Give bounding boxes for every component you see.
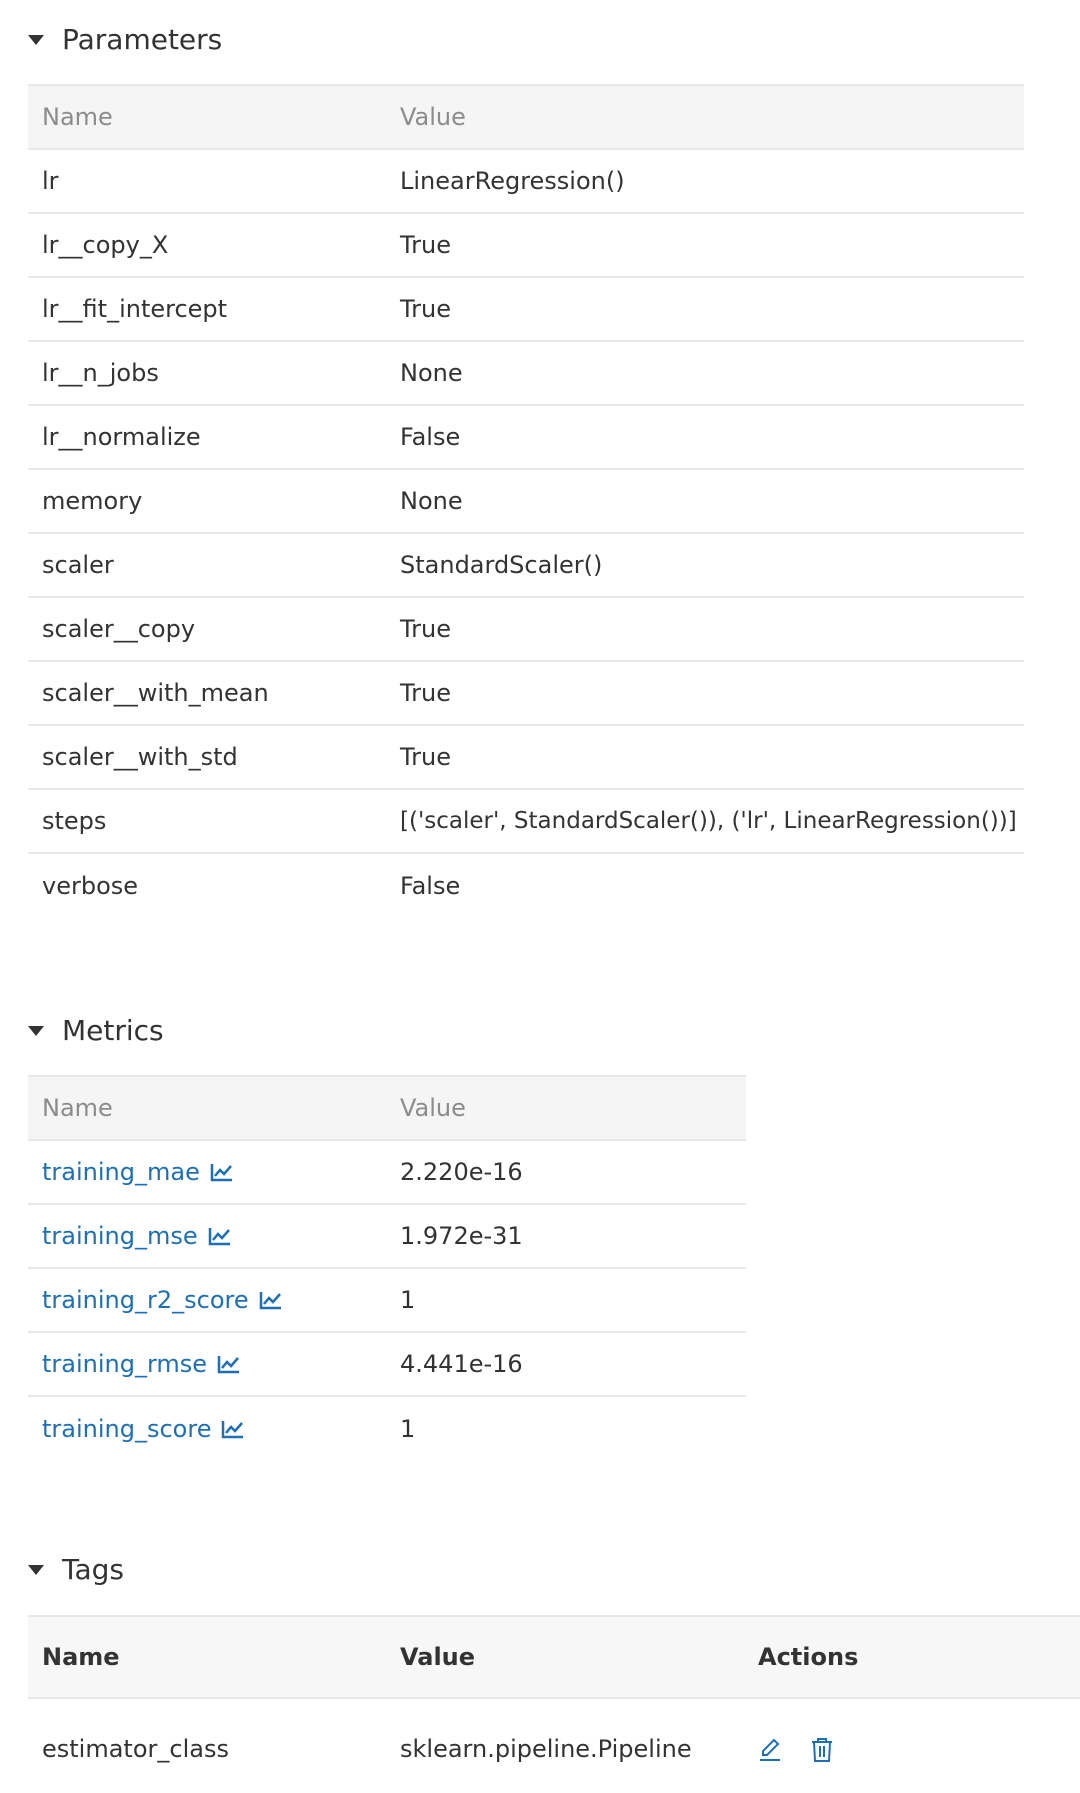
metric-name-cell: training_r2_score [28,1268,386,1333]
tags-table: Name Value Actions estimator_class sklea… [28,1615,1080,1793]
parameters-title: Parameters [62,23,223,56]
param-name: scaler__copy [28,597,386,662]
column-header-name: Name [28,84,386,150]
param-name: scaler__with_mean [28,661,386,726]
metric-name-cell: training_rmse [28,1332,386,1397]
metric-link-training-score[interactable]: training_score [42,1415,245,1443]
parameters-table: Name Value lr LinearRegression() lr__cop… [28,84,1024,917]
metric-name-cell: training_mse [28,1204,386,1269]
caret-down-icon [28,35,44,45]
param-name: lr__n_jobs [28,341,386,406]
metrics-table: Name Value training_mae 2.220e-16 traini… [28,1075,746,1460]
param-name: steps [28,789,386,854]
table-row: scaler StandardScaler() [28,533,1024,598]
param-value: None [386,341,1024,406]
line-chart-icon [217,1356,240,1374]
line-chart-icon [208,1228,230,1246]
metrics-section-header[interactable]: Metrics [28,1017,164,1045]
metric-name: training_mse [42,1222,198,1250]
table-row: lr__copy_X True [28,213,1024,278]
table-row: lr__normalize False [28,405,1024,470]
param-value: LinearRegression() [386,149,1024,214]
param-name: memory [28,469,386,534]
metric-value: 4.441e-16 [386,1332,746,1397]
column-header-value: Value [386,1075,746,1141]
metric-link-training-mae[interactable]: training_mae [42,1158,234,1186]
metric-value: 2.220e-16 [386,1140,746,1205]
column-header-actions: Actions [744,1615,1080,1699]
tags-header-row: Name Value Actions [28,1615,1080,1699]
table-row: training_score 1 [28,1396,746,1460]
tag-actions [744,1698,1080,1793]
metric-link-training-mse[interactable]: training_mse [42,1222,232,1250]
column-header-value: Value [386,1615,744,1699]
param-value: True [386,597,1024,662]
param-name: lr__normalize [28,405,386,470]
table-row: estimator_class sklearn.pipeline.Pipelin… [28,1698,1080,1793]
run-details-page: Parameters Name Value lr LinearRegressio… [0,0,1080,1793]
edit-icon[interactable] [758,1737,782,1763]
metric-value: 1 [400,1414,416,1443]
metric-name: training_mae [42,1158,200,1186]
table-row: lr__n_jobs None [28,341,1024,406]
param-value: None [386,469,1024,534]
param-value: True [386,661,1024,726]
metric-link-training-r2-score[interactable]: training_r2_score [42,1286,283,1314]
metric-name-cell: training_score [28,1396,386,1460]
trash-icon[interactable] [810,1737,834,1763]
line-chart-icon [259,1292,281,1310]
param-value: [('scaler', StandardScaler()), ('lr', Li… [386,789,1024,854]
table-row: training_r2_score 1 [28,1268,746,1333]
caret-down-icon [28,1026,44,1036]
param-name: lr__copy_X [28,213,386,278]
param-name: lr [28,149,386,214]
param-name: scaler__with_std [28,725,386,790]
param-value: True [386,213,1024,278]
line-chart-icon [210,1164,232,1182]
metric-name: training_rmse [42,1350,208,1378]
column-header-value: Value [386,84,1024,150]
param-value: True [386,725,1024,790]
table-row: verbose False [28,853,1024,917]
metric-name: training_score [42,1414,212,1443]
param-name: lr__fit_intercept [28,277,386,342]
param-value: False [386,405,1024,470]
metric-value: 1.972e-31 [386,1204,746,1269]
metric-name: training_r2_score [42,1286,249,1314]
param-value: True [386,277,1024,342]
tags-section-header[interactable]: Tags [28,1556,124,1584]
line-chart-icon [222,1420,244,1438]
parameters-section-header[interactable]: Parameters [28,26,222,54]
metric-name-cell: training_mae [28,1140,386,1205]
param-name: scaler [28,533,386,598]
param-value: StandardScaler() [386,533,1024,598]
table-row: lr__fit_intercept True [28,277,1024,342]
caret-down-icon [28,1565,44,1575]
table-row: memory None [28,469,1024,534]
table-row: training_rmse 4.441e-16 [28,1332,746,1397]
table-row: scaler__copy True [28,597,1024,662]
param-name: verbose [42,871,139,900]
tag-name: estimator_class [42,1734,229,1763]
metric-value: 1 [386,1268,746,1333]
metrics-header-row: Name Value [28,1075,746,1141]
table-row: scaler__with_mean True [28,661,1024,726]
table-row: training_mse 1.972e-31 [28,1204,746,1269]
parameters-header-row: Name Value [28,84,1024,150]
metric-link-training-rmse[interactable]: training_rmse [42,1350,241,1378]
param-value: False [400,871,461,900]
tags-title: Tags [62,1553,124,1586]
table-row: scaler__with_std True [28,725,1024,790]
metrics-title: Metrics [62,1014,164,1047]
table-row: steps [('scaler', StandardScaler()), ('l… [28,789,1024,854]
table-row: lr LinearRegression() [28,149,1024,214]
table-row: training_mae 2.220e-16 [28,1140,746,1205]
column-header-name: Name [28,1075,386,1141]
column-header-name: Name [28,1615,386,1699]
tag-value: sklearn.pipeline.Pipeline [400,1734,692,1763]
